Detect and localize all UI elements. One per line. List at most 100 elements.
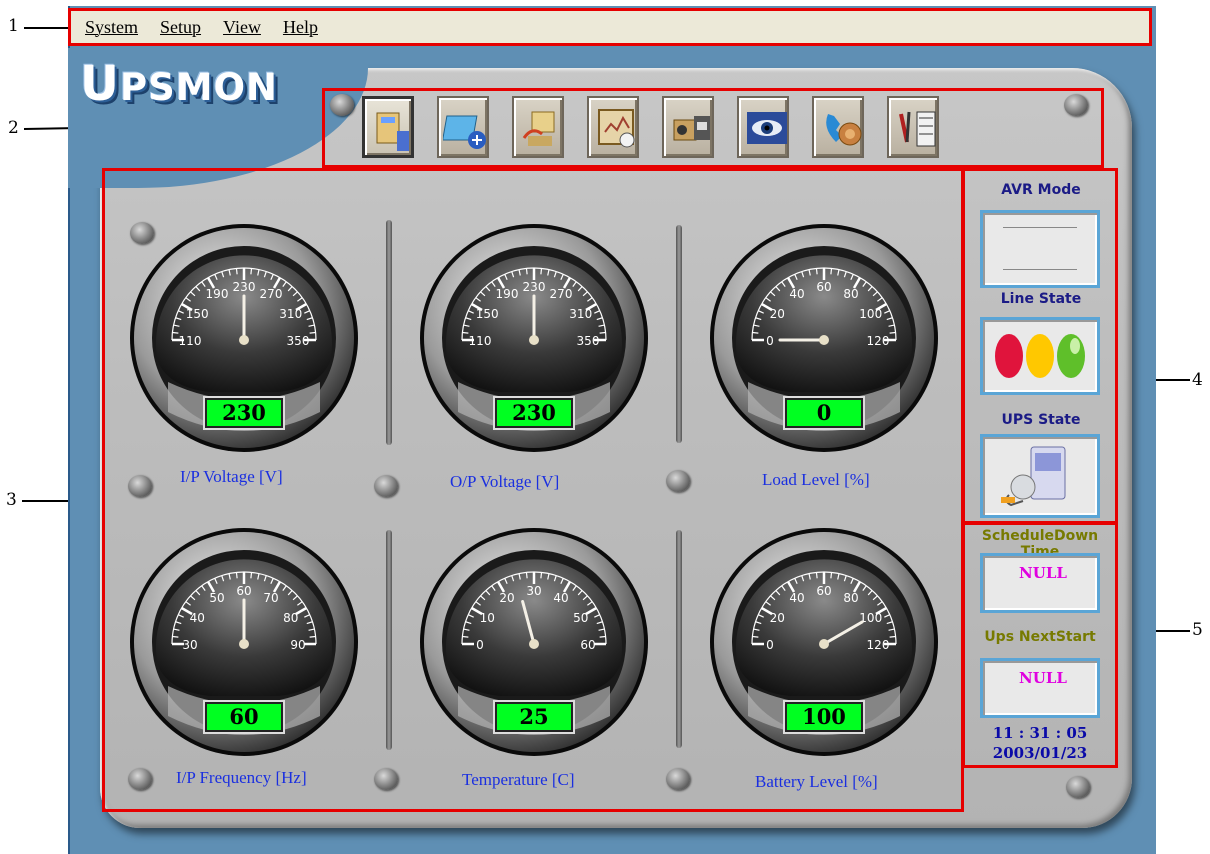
- avr-line: [1003, 269, 1077, 270]
- gauge-label-load-level: Load Level [%]: [762, 470, 870, 489]
- callout-1: 1: [8, 16, 19, 36]
- menu-setup[interactable]: Setup: [160, 17, 201, 38]
- gauge-hub: [819, 335, 829, 345]
- gauge-tick: [309, 331, 316, 334]
- schedule-down-value: NULL: [1019, 564, 1067, 582]
- menu-view[interactable]: View: [223, 17, 261, 38]
- gauge-tick: [525, 572, 528, 579]
- gauge-tick-label: 270: [550, 287, 573, 301]
- gauge-tick-label: 310: [569, 307, 592, 321]
- gauge-tick: [250, 268, 253, 275]
- toolbar-button-7[interactable]: [812, 96, 864, 158]
- menu-system[interactable]: System: [85, 17, 138, 38]
- gauge-tick-label: 0: [476, 638, 484, 652]
- gauge-tick-label: 40: [789, 287, 804, 301]
- settings-tool-icon: [376, 112, 409, 151]
- add-device-icon: [443, 115, 486, 149]
- gauge-tick-label: 110: [179, 334, 202, 348]
- gauge-tick: [235, 572, 238, 579]
- rivet: [374, 475, 398, 497]
- callout-5: 5: [1192, 620, 1203, 640]
- gauge: 110 150 190 230 270 310 350 230: [418, 222, 650, 454]
- clock-time: 11 : 31 : 05: [992, 724, 1088, 742]
- gauge-readout: 25: [495, 702, 573, 732]
- toolbar-button-5[interactable]: [662, 96, 714, 158]
- line-state-title: Line State: [1000, 291, 1082, 307]
- gauge-tick: [540, 268, 543, 275]
- gauge-tick: [815, 572, 818, 579]
- gauge-tick-label: 30: [182, 638, 197, 652]
- next-start-title: Ups NextStart: [984, 629, 1096, 645]
- callout-4: 4: [1192, 370, 1203, 390]
- gauge-readout: 230: [205, 398, 283, 428]
- gauge-tick: [172, 635, 179, 638]
- rivet: [666, 768, 690, 790]
- gauge-readout: 100: [785, 702, 863, 732]
- ups-unit-icon: [1001, 446, 1066, 507]
- gauge-readout: 0: [785, 398, 863, 428]
- gauge-tick-label: 80: [843, 591, 858, 605]
- gauge-tick-label: 30: [526, 584, 541, 598]
- gauge-tick-label: 50: [209, 591, 224, 605]
- toolbar-button-1[interactable]: [362, 96, 414, 158]
- gauge-hub: [529, 639, 539, 649]
- rivet: [374, 768, 398, 790]
- gauge-tick: [525, 268, 528, 275]
- gauge-tick-label: 120: [867, 638, 890, 652]
- gauge-tick-label: 230: [523, 280, 546, 294]
- gauge-tick-label: 310: [279, 307, 302, 321]
- ups-state-title: UPS State: [1001, 412, 1081, 428]
- divider: [386, 530, 392, 750]
- line-state-display: [980, 317, 1100, 395]
- menu-help[interactable]: Help: [283, 17, 318, 38]
- gauge-tick-label: 20: [770, 307, 785, 321]
- callout-3: 3: [6, 490, 17, 510]
- gauge-tick: [172, 331, 179, 334]
- gauge-tick-label: 10: [480, 611, 495, 625]
- toolbar-button-2[interactable]: [437, 96, 489, 158]
- computer-transfer-icon: [522, 111, 555, 146]
- gauge-label-ip-frequency: I/P Frequency [Hz]: [176, 768, 307, 787]
- gauge-tick-label: 40: [190, 611, 205, 625]
- gauge-tick-label: 0: [766, 334, 774, 348]
- gauge-tick-label: 60: [816, 280, 831, 294]
- next-start-value: NULL: [1019, 669, 1067, 687]
- logo-rest: PSMON: [119, 66, 278, 109]
- gauge: 0 20 40 60 80 100 120 0: [708, 222, 940, 454]
- gauge-tick-label: 90: [290, 638, 305, 652]
- toolbar-button-6[interactable]: [737, 96, 789, 158]
- avr-line: [1003, 227, 1077, 228]
- gauge-tick: [599, 331, 606, 334]
- gauge-tick: [752, 331, 759, 334]
- gauge-tick-label: 20: [499, 591, 514, 605]
- rivet: [666, 470, 690, 492]
- gauge-tick: [235, 268, 238, 275]
- tools-icon: [899, 111, 936, 147]
- gauge-tick-label: 230: [233, 280, 256, 294]
- gauge-tick-label: 80: [843, 287, 858, 301]
- toolbar-button-8[interactable]: [887, 96, 939, 158]
- gauge-tick-label: 120: [867, 334, 890, 348]
- upsmon-logo: UPSMON: [80, 56, 278, 112]
- ups-state-display: [980, 434, 1100, 518]
- gauge-tick-label: 60: [236, 584, 251, 598]
- divider: [386, 220, 392, 445]
- gauge-hub: [819, 639, 829, 649]
- avr-mode-title: AVR Mode: [1001, 182, 1081, 198]
- callout-line-1: [24, 27, 68, 29]
- toolbar-button-3[interactable]: [512, 96, 564, 158]
- gauge-tick: [830, 572, 833, 579]
- gauge-label-temperature: Temperature [C]: [462, 770, 575, 789]
- monitor-chart-icon: [598, 109, 635, 148]
- eye-icon: [747, 112, 787, 144]
- gauge-hub: [529, 335, 539, 345]
- gauge-tick-label: 0: [766, 638, 774, 652]
- toolbar-button-4[interactable]: [587, 96, 639, 158]
- gauge-tick-label: 60: [580, 638, 595, 652]
- gauge-tick-label: 270: [260, 287, 283, 301]
- recorder-icon: [673, 116, 710, 141]
- gauge-tick-label: 150: [476, 307, 499, 321]
- rivet: [128, 475, 152, 497]
- gauge-readout: 60: [205, 702, 283, 732]
- next-start-display: NULL: [980, 658, 1100, 718]
